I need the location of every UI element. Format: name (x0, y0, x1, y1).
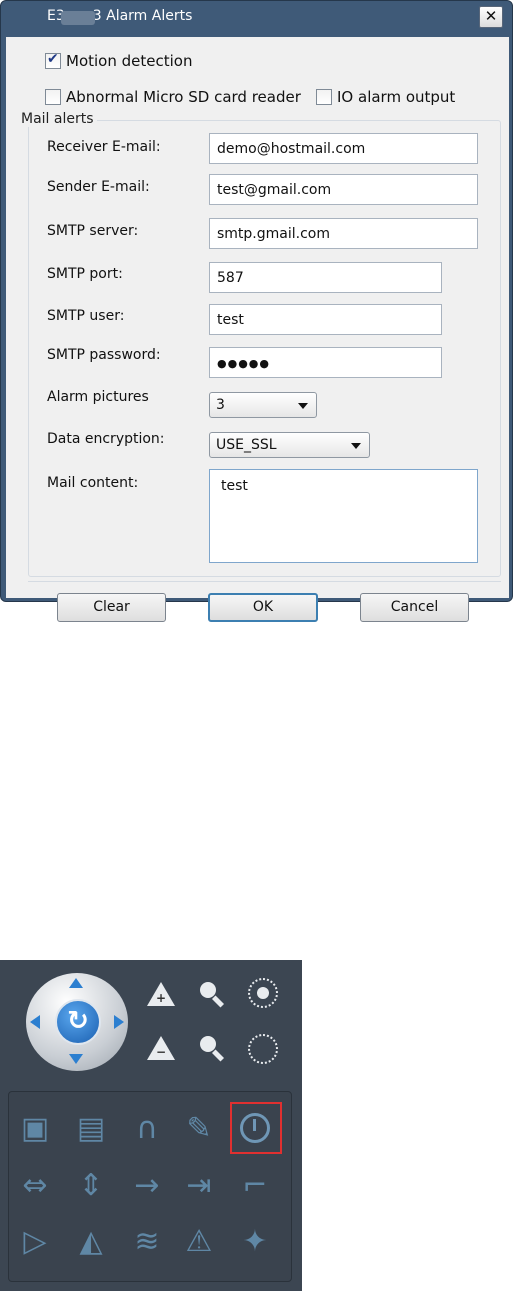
clapperboard-icon[interactable]: ▤ (71, 1108, 111, 1148)
alarm-alerts-dialog: E3……3 Alarm Alerts ✕ Motion detection Ab… (0, 0, 513, 622)
data-encryption-select[interactable]: USE_SSL (209, 432, 370, 458)
data-encryption-label: Data encryption: (47, 431, 165, 447)
alarm-pictures-select[interactable]: 3 (209, 392, 317, 418)
smtp-port-field[interactable]: 587 (209, 262, 442, 293)
alarm-pictures-label: Alarm pictures (47, 389, 149, 405)
function-icon-grid: ▣ ▤ ∩ ✎ ⇔ ⇕ → ⇥ ⌐ ▷ ◭ ≋ ⚠ ✦ (8, 1091, 292, 1282)
focus-minus-icon[interactable]: − (144, 1032, 178, 1064)
sender-email-field[interactable]: test@gmail.com (209, 174, 478, 205)
mail-content-textarea[interactable]: test (209, 469, 478, 563)
triangle-icon[interactable]: ▷ (15, 1221, 55, 1261)
horizontal-arrows-icon[interactable]: ⇔ (15, 1165, 55, 1205)
smtp-password-label: SMTP password: (47, 347, 161, 363)
pan-right-icon[interactable] (114, 1015, 124, 1029)
flag-icon[interactable]: ⌐ (235, 1165, 275, 1205)
input-icon[interactable]: ⇥ (179, 1165, 219, 1205)
pan-down-icon[interactable] (69, 1054, 83, 1064)
dialog-client-area: Motion detection Abnormal Micro SD card … (6, 37, 509, 622)
data-encryption-value: USE_SSL (216, 437, 277, 453)
magnifier-handle (211, 1049, 225, 1062)
receiver-email-label: Receiver E-mail: (47, 139, 161, 155)
sender-email-label: Sender E-mail: (47, 179, 150, 195)
motion-detection-checkbox[interactable]: Motion detection (45, 51, 193, 70)
smtp-port-label: SMTP port: (47, 266, 123, 282)
alarm-pictures-value: 3 (216, 397, 225, 413)
clear-button[interactable]: Clear (57, 593, 166, 622)
microphone-icon[interactable]: ✎ (179, 1108, 219, 1148)
magnifier-handle (211, 995, 225, 1008)
pan-left-icon[interactable] (30, 1015, 40, 1029)
motion-detection-label: Motion detection (66, 52, 193, 70)
refresh-icon[interactable]: ↻ (55, 999, 101, 1045)
sun-ring (248, 1034, 278, 1064)
close-button[interactable]: ✕ (479, 6, 503, 28)
sd-card-label: Abnormal Micro SD card reader (66, 88, 301, 106)
headphones-icon[interactable]: ∩ (127, 1108, 167, 1148)
title-redaction (61, 11, 95, 25)
selection-highlight (230, 1102, 282, 1154)
mail-alerts-legend: Mail alerts (18, 111, 97, 127)
wrench-icon[interactable]: ✦ (235, 1221, 275, 1261)
brightness-down-icon[interactable] (246, 1032, 280, 1066)
smtp-user-label: SMTP user: (47, 308, 125, 324)
mirror-icon[interactable]: ◭ (71, 1221, 111, 1261)
brightness-up-icon[interactable] (246, 976, 280, 1010)
checkbox-checked-icon[interactable] (45, 51, 61, 69)
camera-icon[interactable]: ▣ (15, 1108, 55, 1148)
chevron-down-icon (298, 403, 308, 409)
warning-icon[interactable]: ⚠ (179, 1221, 219, 1261)
plus-sign: + (155, 991, 167, 1005)
sd-card-checkbox[interactable]: Abnormal Micro SD card reader (45, 88, 301, 106)
chevron-down-icon (351, 443, 361, 449)
receiver-email-field[interactable]: demo@hostmail.com (209, 133, 478, 164)
title-bar[interactable]: E3……3 Alarm Alerts ✕ (1, 1, 512, 33)
io-alarm-output-label: IO alarm output (337, 88, 456, 106)
sun-core (257, 987, 269, 999)
focus-plus-icon[interactable]: + (144, 978, 178, 1010)
cancel-button[interactable]: Cancel (360, 593, 469, 622)
camera-control-panel: ↻ + − ▣ ▤ ∩ ✎ ⇔ ⇕ → ⇥ ⌐ ▷ ◭ ≋ ⚠ ✦ (0, 960, 302, 1291)
smtp-user-field[interactable]: test (209, 304, 442, 335)
pan-up-icon[interactable] (69, 978, 83, 988)
ok-button[interactable]: OK (208, 593, 318, 622)
wifi-icon[interactable]: ≋ (127, 1221, 167, 1261)
zoom-in-icon[interactable] (196, 978, 230, 1010)
divider (28, 581, 501, 582)
mail-content-label: Mail content: (47, 475, 139, 491)
ptz-controls: ↻ + − (0, 960, 302, 1078)
smtp-server-field[interactable]: smtp.gmail.com (209, 218, 478, 249)
zoom-out-icon[interactable] (196, 1032, 230, 1064)
smtp-password-field[interactable]: ●●●●● (209, 347, 442, 378)
vertical-arrows-icon[interactable]: ⇕ (71, 1165, 111, 1205)
checkbox-unchecked-icon[interactable] (316, 89, 332, 105)
smtp-server-label: SMTP server: (47, 223, 139, 239)
minus-sign: − (155, 1045, 167, 1059)
io-alarm-output-checkbox[interactable]: IO alarm output (316, 88, 455, 106)
checkbox-unchecked-icon[interactable] (45, 89, 61, 105)
arrow-right-icon[interactable]: → (127, 1165, 167, 1205)
